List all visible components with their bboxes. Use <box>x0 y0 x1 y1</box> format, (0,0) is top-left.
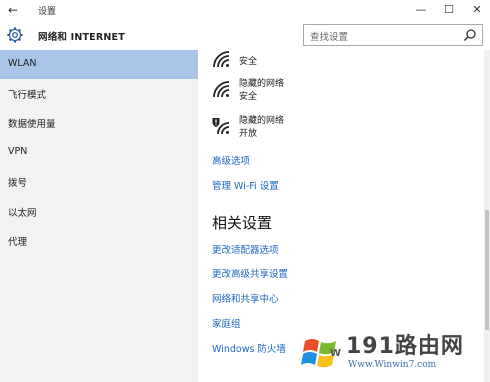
scrollbar-thumb[interactable] <box>485 210 489 330</box>
search-icon[interactable] <box>463 28 477 42</box>
advanced-options-link[interactable]: 高级选项 <box>212 153 250 167</box>
close-button[interactable]: ✕ <box>466 1 488 19</box>
network-status: 安全 <box>239 92 258 102</box>
watermark: W 191路由网 Www.Winwin7.com <box>300 322 490 382</box>
advanced-sharing-link[interactable]: 更改高级共享设置 <box>212 266 288 280</box>
wifi-icon <box>213 81 230 98</box>
watermark-url: Www.Winwin7.com <box>348 360 437 370</box>
sidebar-item-label: VPN <box>8 146 28 157</box>
related-settings-title: 相关设置 <box>212 214 273 232</box>
network-item[interactable]: 隐藏的网络 安全 <box>212 76 412 106</box>
watermark-text: 191路由网 <box>346 334 464 359</box>
network-name: 安全 <box>239 57 258 67</box>
sidebar-item-label: 以太网 <box>8 208 37 219</box>
homegroup-link[interactable]: 家庭组 <box>212 316 241 330</box>
network-name: 隐藏的网络 <box>239 79 285 89</box>
wifi-warning-icon <box>212 118 230 135</box>
sidebar-item-label: 拨号 <box>8 178 28 189</box>
search-placeholder: 查找设置 <box>310 32 349 43</box>
window-title: 设置 <box>38 7 57 17</box>
page-title: 网络和 INTERNET <box>38 32 125 43</box>
maximize-button[interactable]: ☐ <box>438 1 460 19</box>
wifi-icon <box>213 51 230 68</box>
sidebar-item-label: 数据使用量 <box>8 119 56 130</box>
sidebar-item-label: 代理 <box>8 237 28 248</box>
minimize-button[interactable]: — <box>410 1 432 19</box>
network-item[interactable]: 隐藏的网络 开放 <box>212 113 412 143</box>
sidebar-item-label: 飞行模式 <box>8 90 47 101</box>
sidebar-item-dialup[interactable]: 拨号 <box>0 167 198 196</box>
manage-wifi-link[interactable]: 管理 Wi-Fi 设置 <box>212 178 279 192</box>
sidebar-item-data-usage[interactable]: 数据使用量 <box>0 108 198 137</box>
windows-firewall-link[interactable]: Windows 防火墙 <box>212 341 286 355</box>
title-bar: ← 设置 — ☐ ✕ <box>0 0 490 20</box>
sidebar: WLAN 飞行模式 数据使用量 VPN 拨号 以太网 代理 <box>0 50 198 382</box>
sidebar-item-wlan[interactable]: WLAN <box>0 50 198 79</box>
network-sharing-center-link[interactable]: 网络和共享中心 <box>212 291 279 305</box>
watermark-letter: W <box>330 348 342 359</box>
sidebar-item-airplane-mode[interactable]: 飞行模式 <box>0 79 198 108</box>
network-status: 开放 <box>239 129 258 139</box>
sidebar-item-proxy[interactable]: 代理 <box>0 226 198 255</box>
change-adapter-options-link[interactable]: 更改适配器选项 <box>212 242 279 256</box>
sidebar-item-label: WLAN <box>8 58 37 69</box>
sidebar-item-ethernet[interactable]: 以太网 <box>0 197 198 226</box>
network-name: 隐藏的网络 <box>239 116 285 126</box>
back-button[interactable]: ← <box>8 2 24 18</box>
search-input[interactable]: 查找设置 <box>303 24 483 46</box>
sidebar-item-vpn[interactable]: VPN <box>0 138 198 167</box>
gear-icon <box>7 27 23 43</box>
